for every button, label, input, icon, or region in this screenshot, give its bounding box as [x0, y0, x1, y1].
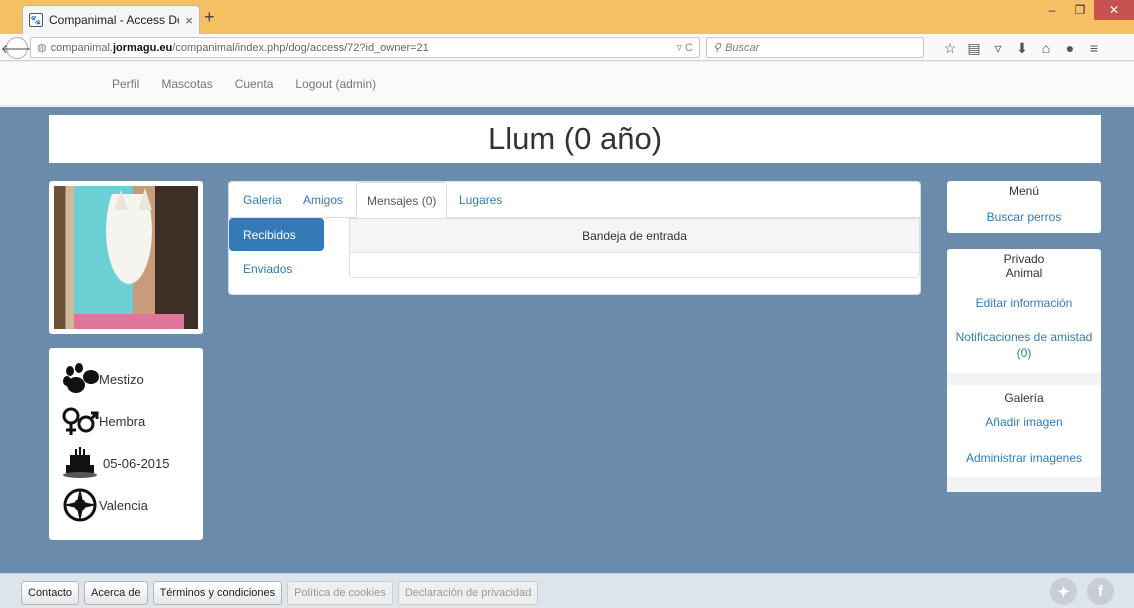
menu-title: Menú	[1008, 184, 1040, 198]
main-area: Llum (0 año) Mestizo Hembra 05-06-2015 V…	[0, 107, 1134, 573]
tab-mensajes[interactable]: Mensajes (0)	[356, 182, 448, 219]
bookmark-star-icon[interactable]: ☆	[938, 38, 962, 58]
section-divider	[947, 477, 1101, 492]
inbox-panel: Bandeja de entrada	[349, 218, 920, 278]
friend-notifications-count[interactable]: (0)	[947, 346, 1101, 360]
chat-icon[interactable]: ●	[1058, 38, 1082, 58]
nav-link-cuenta[interactable]: Cuenta	[235, 77, 274, 91]
nav-link-perfil[interactable]: Perfil	[112, 77, 139, 91]
pocket-icon[interactable]: ▿	[986, 38, 1010, 58]
browser-tab[interactable]: 🐾 Companimal - Access Dog ×	[22, 5, 200, 34]
location-row: Valencia	[61, 488, 148, 522]
tab-amigos[interactable]: Amigos	[303, 182, 343, 218]
browser-tabbar: 🐾 Companimal - Access Dog × + – ❐ ✕	[0, 0, 1134, 34]
reload-icon[interactable]: ▿ C	[676, 41, 693, 54]
edit-info-link[interactable]: Editar información	[947, 296, 1101, 310]
section-divider	[947, 373, 1101, 385]
dog-photo	[49, 181, 203, 334]
site-nav: Perfil Mascotas Cuenta Logout (admin)	[0, 62, 1134, 106]
messages-panel: Galeria Amigos Mensajes (0) Lugares Reci…	[228, 181, 921, 295]
manage-images-link[interactable]: Administrar imagenes	[947, 451, 1101, 465]
nav-link-mascotas[interactable]: Mascotas	[161, 77, 212, 91]
home-icon[interactable]: ⌂	[1034, 38, 1058, 58]
search-input[interactable]: ⚲ Buscar	[706, 37, 924, 58]
private-box: Privado Animal Editar información Notifi…	[947, 249, 1101, 492]
facebook-icon[interactable]: f	[1087, 578, 1114, 605]
url-bar[interactable]: ◍ companimal.jormagu.eu/companimal/index…	[30, 37, 700, 58]
globe-icon: ◍	[37, 42, 47, 54]
sex-text: Hembra	[99, 413, 146, 429]
bookmarks-list-icon[interactable]: ▤	[962, 38, 986, 58]
browser-tab-title: Companimal - Access Dog	[49, 13, 180, 27]
url-text: companimal.jormagu.eu/companimal/index.p…	[50, 41, 429, 54]
window-controls: – ❐ ✕	[1038, 0, 1134, 22]
content-tabs: Galeria Amigos Mensajes (0) Lugares	[229, 182, 920, 219]
footer-contact-button[interactable]: Contacto	[21, 581, 80, 605]
tab-galeria[interactable]: Galeria	[243, 182, 282, 218]
friend-notifications-link[interactable]: Notificaciones de amistad	[947, 330, 1101, 344]
footer-about-button[interactable]: Acerca de	[84, 581, 148, 605]
birthday-cake-icon	[61, 446, 99, 480]
birthdate-row: 05-06-2015	[61, 446, 170, 480]
search-icon: ⚲	[713, 42, 722, 54]
dog-info-box: Mestizo Hembra 05-06-2015 Valencia	[49, 348, 203, 540]
page-title: Llum (0 año)	[487, 121, 663, 156]
tab-lugares[interactable]: Lugares	[459, 182, 502, 218]
footer: Contacto Acerca de Términos y condicione…	[0, 573, 1134, 608]
restore-icon[interactable]: ❐	[1066, 0, 1094, 20]
gender-icon	[61, 404, 99, 438]
birthdate-text: 05-06-2015	[103, 455, 170, 471]
nav-link-logout[interactable]: Logout (admin)	[295, 77, 376, 91]
inbox-title: Bandeja de entrada	[350, 219, 919, 253]
paw-icon	[61, 362, 99, 396]
gallery-section-title: Galería	[1004, 391, 1044, 405]
breed-text: Mestizo	[99, 371, 144, 387]
browser-toolbar: ☆ ▤ ▿ ⬇ ⌂ ● ≡	[938, 38, 1106, 58]
sex-row: Hembra	[61, 404, 145, 438]
back-arrow-icon[interactable]: 🡐	[1, 37, 33, 59]
search-dogs-link[interactable]: Buscar perros	[947, 210, 1101, 224]
private-title: Privado	[1003, 252, 1045, 266]
footer-terms-button[interactable]: Términos y condiciones	[152, 581, 283, 605]
animal-section-title: Animal	[1005, 266, 1043, 280]
minimize-icon[interactable]: –	[1038, 0, 1066, 20]
footer-privacy-button[interactable]: Declaración de privacidad	[397, 581, 539, 605]
footer-cookies-button[interactable]: Política de cookies	[287, 581, 393, 605]
close-window-icon[interactable]: ✕	[1094, 0, 1134, 20]
location-text: Valencia	[99, 497, 148, 513]
pill-enviados[interactable]: Enviados	[229, 254, 324, 284]
browser-navbar: 🡐 ◍ companimal.jormagu.eu/companimal/ind…	[0, 34, 1134, 61]
new-tab-button[interactable]: +	[204, 7, 215, 28]
add-image-link[interactable]: Añadir imagen	[947, 415, 1101, 429]
breed-row: Mestizo	[61, 362, 144, 396]
menu-box: Menú Buscar perros	[947, 181, 1101, 233]
download-icon[interactable]: ⬇	[1010, 38, 1034, 58]
compass-icon	[61, 488, 99, 522]
hamburger-menu-icon[interactable]: ≡	[1082, 38, 1106, 58]
search-placeholder: Buscar	[725, 41, 760, 54]
pill-recibidos[interactable]: Recibidos	[229, 218, 324, 251]
close-tab-icon[interactable]: ×	[185, 13, 193, 28]
page-title-box: Llum (0 año)	[49, 115, 1101, 163]
paw-favicon-icon: 🐾	[29, 13, 43, 27]
dog-photo-image	[54, 186, 198, 329]
twitter-icon[interactable]: ✦	[1050, 578, 1077, 605]
